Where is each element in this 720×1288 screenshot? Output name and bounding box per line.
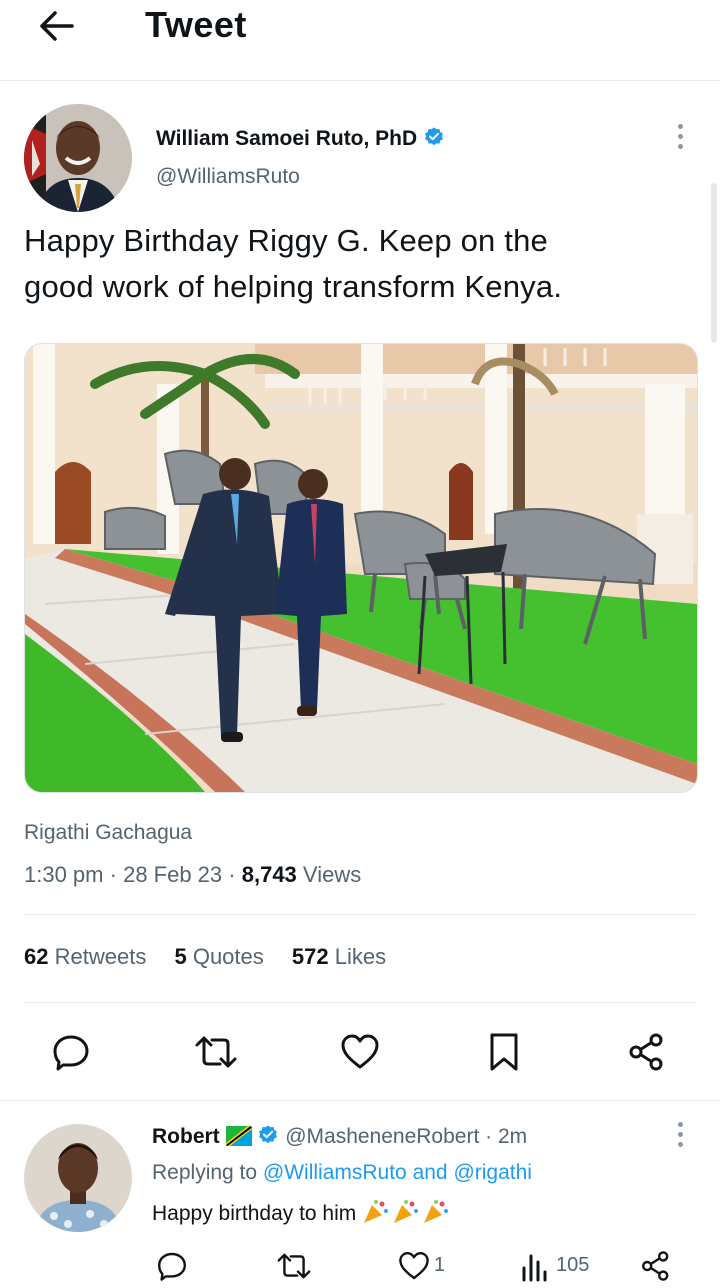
- top-bar: Tweet: [0, 0, 720, 81]
- views-count: 8,743: [241, 862, 297, 887]
- reply-icon[interactable]: [51, 1032, 91, 1072]
- reply-author-avatar[interactable]: [24, 1124, 132, 1232]
- replying-to: Replying to @WilliamsRuto and @rigathi: [152, 1161, 532, 1185]
- verified-badge-icon: [259, 1125, 278, 1144]
- like-icon[interactable]: [340, 1032, 380, 1072]
- tweet-meta: 1:30 pm · 28 Feb 23 · 8,743 Views: [24, 862, 361, 888]
- quotes-label: Quotes: [192, 944, 264, 969]
- like-icon[interactable]: [398, 1250, 430, 1282]
- scrollbar[interactable]: [711, 183, 717, 343]
- tanzania-flag-icon: [225, 1126, 252, 1146]
- divider: [24, 1002, 696, 1003]
- tweet-date[interactable]: 28 Feb 23: [123, 862, 222, 887]
- reply-icon[interactable]: [156, 1250, 188, 1282]
- reply-time[interactable]: 2m: [498, 1125, 527, 1148]
- retweet-icon[interactable]: [276, 1250, 312, 1282]
- tweet-time[interactable]: 1:30 pm: [24, 862, 104, 887]
- reply-text-content: Happy birthday to him: [152, 1202, 357, 1225]
- divider: [24, 914, 696, 915]
- tweet-photo[interactable]: [24, 343, 698, 793]
- views-label: Views: [302, 862, 362, 887]
- share-icon[interactable]: [627, 1032, 667, 1072]
- retweets-stat[interactable]: 62 Retweets: [24, 944, 146, 969]
- reply-action-bar: 1 105: [0, 1248, 720, 1288]
- replying-to-users[interactable]: @WilliamsRuto and @rigathi: [263, 1161, 532, 1184]
- reply-author[interactable]: Robert @MasheneneRobert · 2m: [152, 1124, 527, 1149]
- tweet-text-line-1: Happy Birthday Riggy G. Keep on the: [24, 223, 548, 258]
- author-name[interactable]: William Samoei Ruto, PhD: [156, 126, 445, 151]
- likes-stat[interactable]: 572 Likes: [292, 944, 386, 969]
- meta-separator: ·: [228, 862, 242, 887]
- tweet-action-bar: [0, 1026, 720, 1078]
- reply-views-count: 105: [556, 1254, 590, 1276]
- meta-separator: ·: [109, 862, 124, 887]
- views-icon[interactable]: [520, 1250, 550, 1282]
- likes-count: 572: [291, 944, 329, 969]
- reply-likes-count: 1: [434, 1254, 446, 1276]
- reply-text: Happy birthday to him: [152, 1199, 450, 1226]
- more-options-icon[interactable]: [676, 124, 684, 154]
- likes-label: Likes: [334, 944, 387, 969]
- back-arrow-icon[interactable]: [36, 8, 76, 44]
- quotes-count: 5: [174, 944, 187, 969]
- reply-author-name[interactable]: Robert: [152, 1125, 220, 1148]
- author-name-text[interactable]: William Samoei Ruto, PhD: [156, 127, 417, 150]
- tweet-text-line-2: good work of helping transform Kenya.: [24, 269, 563, 304]
- tweet-text: Happy Birthday Riggy G. Keep on the good…: [24, 218, 684, 310]
- retweets-count: 62: [24, 944, 49, 969]
- tweet-source[interactable]: Rigathi Gachagua: [24, 821, 192, 845]
- engagement-stats: 62 Retweets 5 Quotes 572 Likes: [24, 944, 408, 970]
- retweets-label: Retweets: [54, 944, 147, 969]
- share-icon[interactable]: [640, 1250, 672, 1282]
- page-title: Tweet: [145, 4, 247, 45]
- section-divider: [0, 1100, 720, 1101]
- reply-more-options-icon[interactable]: [676, 1122, 684, 1152]
- reply-separator: ·: [485, 1125, 493, 1148]
- replying-to-prefix: Replying to: [152, 1161, 258, 1184]
- quotes-stat[interactable]: 5 Quotes: [174, 944, 263, 969]
- reply-author-handle[interactable]: @MasheneneRobert: [285, 1125, 479, 1148]
- party-popper-icon: [364, 1200, 449, 1223]
- verified-badge-icon: [425, 127, 443, 146]
- bookmark-icon[interactable]: [488, 1032, 520, 1072]
- author-avatar[interactable]: [24, 104, 132, 212]
- author-handle[interactable]: @WilliamsRuto: [156, 165, 300, 189]
- retweet-icon[interactable]: [194, 1032, 238, 1072]
